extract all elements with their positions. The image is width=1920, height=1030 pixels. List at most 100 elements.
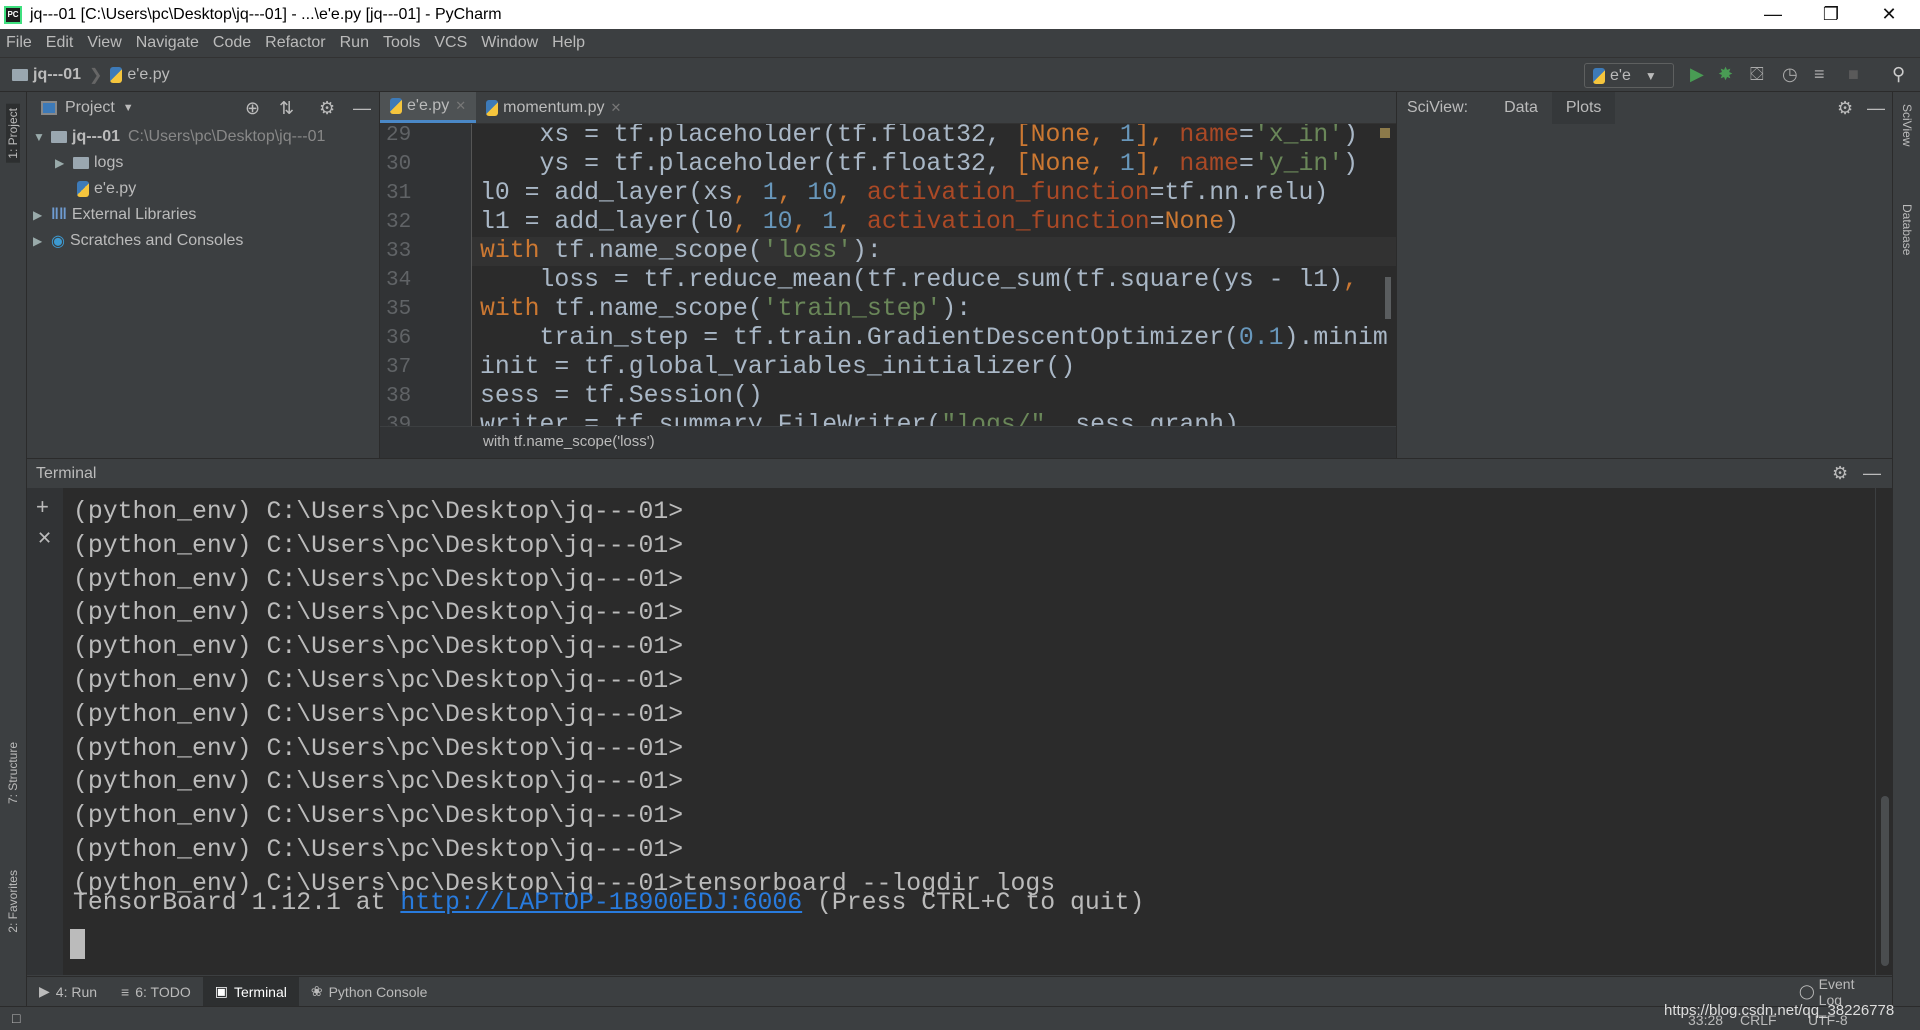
title-bar: PC jq---01 [C:\Users\pc\Desktop\jq---01]… xyxy=(0,0,1920,29)
terminal-line: (python_env) C:\Users\pc\Desktop\jq---01… xyxy=(73,667,684,695)
menu-file[interactable]: File xyxy=(6,34,32,52)
menu-window[interactable]: Window xyxy=(481,34,538,52)
code-token: , xyxy=(732,179,763,207)
minimize-button[interactable]: — xyxy=(1744,0,1802,29)
menu-view[interactable]: View xyxy=(87,34,121,52)
tab-ee-py[interactable]: e'e.py ✕ xyxy=(380,92,477,123)
line-number: 30 xyxy=(386,153,412,176)
tree-item-label: Scratches and Consoles xyxy=(69,232,244,249)
menu-run[interactable]: Run xyxy=(340,34,369,52)
gear-icon[interactable]: ⚙ xyxy=(1837,98,1853,119)
restore-button[interactable]: ❐ xyxy=(1802,0,1860,29)
project-view-select[interactable]: Project xyxy=(65,99,115,117)
code-token: , xyxy=(1090,150,1120,178)
code-editor: e'e.py ✕ momentum.py ✕ 29 30 31 32 33 34 35 36 3… xyxy=(380,92,1396,458)
new-session-icon[interactable]: + xyxy=(36,494,49,520)
code-token: [None xyxy=(1015,150,1091,178)
database-tool-button[interactable]: Database xyxy=(1900,204,1914,255)
search-icon[interactable]: ⚲ xyxy=(1892,64,1905,85)
menu-vcs[interactable]: VCS xyxy=(434,34,467,52)
terminal-line: (python_env) C:\Users\pc\Desktop\jq---01… xyxy=(73,599,684,628)
menu-navigate[interactable]: Navigate xyxy=(136,34,199,52)
menu-code[interactable]: Code xyxy=(213,34,251,52)
gear-icon[interactable]: ⚙ xyxy=(1832,463,1848,484)
terminal-line: (python_env) C:\Users\pc\Desktop\jq---01… xyxy=(73,802,684,831)
stop-icon[interactable]: ■ xyxy=(1848,64,1859,85)
code-token: activation_function xyxy=(866,208,1150,236)
breadcrumb-file[interactable]: e'e.py xyxy=(127,66,169,84)
tree-item-file[interactable]: e'e.py xyxy=(27,176,379,202)
run-config-select[interactable]: e'e ▼ xyxy=(1584,63,1674,88)
menu-tools[interactable]: Tools xyxy=(383,34,420,52)
code-token: 10 xyxy=(807,179,838,207)
sciview-tool-button[interactable]: SciView xyxy=(1900,104,1914,146)
collapsed-arrow-icon[interactable]: ▶ xyxy=(33,208,51,222)
code-token: ) xyxy=(1343,150,1359,178)
pycharm-logo-icon: PC xyxy=(4,5,22,24)
menu-bar: File Edit View Navigate Code Refactor Ru… xyxy=(0,29,1920,58)
python-console-tool-tab[interactable]: ❀ Python Console xyxy=(299,977,440,1007)
terminal-line: (python_env) C:\Users\pc\Desktop\jq---01… xyxy=(73,565,684,594)
tensorboard-link[interactable]: http://LAPTOP-1B900EDJ:6006 xyxy=(400,889,802,917)
tree-item-external-libraries[interactable]: ▶ ‖‖ External Libraries xyxy=(27,202,379,228)
code-token: , xyxy=(732,208,763,236)
breadcrumb-project[interactable]: jq---01 xyxy=(33,66,81,84)
editor-scrollbar[interactable] xyxy=(1385,277,1391,319)
hide-icon[interactable]: — xyxy=(1863,463,1881,484)
tree-item-scratches[interactable]: ▶ ◉ Scratches and Consoles xyxy=(27,228,379,254)
tree-root[interactable]: ▼ jq---01 C:\Users\pc\Desktop\jq---01 xyxy=(27,124,379,150)
tab-momentum-py[interactable]: momentum.py ✕ xyxy=(476,92,631,123)
line-number: 35 xyxy=(386,298,412,321)
terminal-scrollbar[interactable] xyxy=(1876,488,1892,975)
terminal-output[interactable]: (python_env) C:\Users\pc\Desktop\jq---01… xyxy=(63,488,1875,975)
project-tool-button[interactable]: 1: Project xyxy=(6,104,20,163)
code-token: 1 xyxy=(1119,124,1135,149)
menu-edit[interactable]: Edit xyxy=(46,34,74,52)
chevron-down-icon[interactable]: ▼ xyxy=(123,102,134,114)
tab-data[interactable]: Data xyxy=(1490,99,1552,117)
close-tab-icon[interactable]: ✕ xyxy=(455,98,466,114)
run-tool-tab[interactable]: ▶ 4: Run xyxy=(27,977,109,1007)
code-token: ], xyxy=(1134,150,1180,178)
tb-suffix: (Press CTRL+C to quit) xyxy=(802,889,1145,917)
sciview-panel: SciView: Data Plots ⚙ — xyxy=(1396,92,1892,458)
layout-icon[interactable]: □ xyxy=(12,1010,20,1026)
warning-marker[interactable] xyxy=(1380,128,1390,138)
menu-refactor[interactable]: Refactor xyxy=(265,34,325,52)
collapsed-arrow-icon[interactable]: ▶ xyxy=(55,156,73,170)
code-area[interactable]: xs = tf.placeholder(tf.float32, [None, 1… xyxy=(472,124,1396,426)
gear-icon[interactable]: ⚙ xyxy=(319,98,335,119)
terminal-tool-tab[interactable]: ▣ Terminal xyxy=(202,976,299,1007)
profile-icon[interactable]: ◷ xyxy=(1782,64,1798,85)
close-session-icon[interactable]: ✕ xyxy=(37,528,52,549)
hide-icon[interactable]: — xyxy=(353,98,371,119)
code-token: , xyxy=(1090,124,1120,149)
terminal-title: Terminal xyxy=(36,464,97,482)
structure-tool-button[interactable]: 7: Structure xyxy=(6,742,20,804)
project-view-icon xyxy=(41,101,57,115)
expanded-arrow-icon[interactable]: ▼ xyxy=(33,130,51,144)
collapse-all-icon[interactable]: ⇅ xyxy=(279,98,294,119)
scrollbar-thumb[interactable] xyxy=(1881,796,1889,966)
hide-icon[interactable]: — xyxy=(1867,98,1885,119)
tree-item-logs[interactable]: ▶ logs xyxy=(27,150,379,176)
run-icon[interactable]: ▶ xyxy=(1690,64,1704,85)
code-line: l1 = add_layer(l0, 10, 1, activation_fun… xyxy=(472,208,1396,237)
todo-tool-tab[interactable]: ≡ 6: TODO xyxy=(109,977,203,1007)
code-token: ) xyxy=(1343,124,1359,149)
folder-icon xyxy=(51,131,67,143)
close-tab-icon[interactable]: ✕ xyxy=(610,100,621,116)
editor-breadcrumb[interactable]: with tf.name_scope('loss') xyxy=(380,426,1396,458)
code-token: l1 = add_layer(l0 xyxy=(480,208,733,236)
close-button[interactable]: ✕ xyxy=(1860,0,1918,29)
menu-help[interactable]: Help xyxy=(552,34,585,52)
coverage-icon[interactable]: ⛋ xyxy=(1750,64,1764,85)
concurrency-icon[interactable]: ≡ xyxy=(1814,64,1825,85)
collapsed-arrow-icon[interactable]: ▶ xyxy=(33,234,51,248)
locate-icon[interactable]: ⊕ xyxy=(245,98,260,119)
status-bar: □ 33:28 CRLF UTF-8 https://blog.csdn.net… xyxy=(0,1002,1920,1030)
python-file-icon xyxy=(77,181,89,197)
tab-plots[interactable]: Plots xyxy=(1551,92,1616,124)
debug-icon[interactable]: ✸ xyxy=(1718,64,1733,85)
favorites-tool-button[interactable]: 2: Favorites xyxy=(6,870,20,933)
